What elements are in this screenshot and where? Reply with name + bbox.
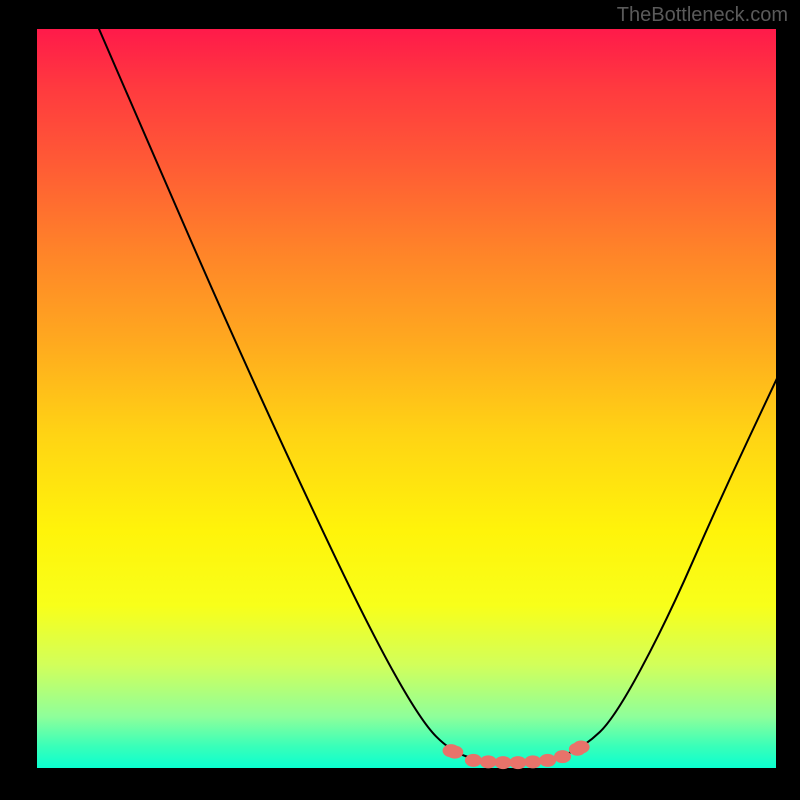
chart-plot-area	[35, 27, 778, 770]
watermark-text: TheBottleneck.com	[617, 4, 788, 27]
